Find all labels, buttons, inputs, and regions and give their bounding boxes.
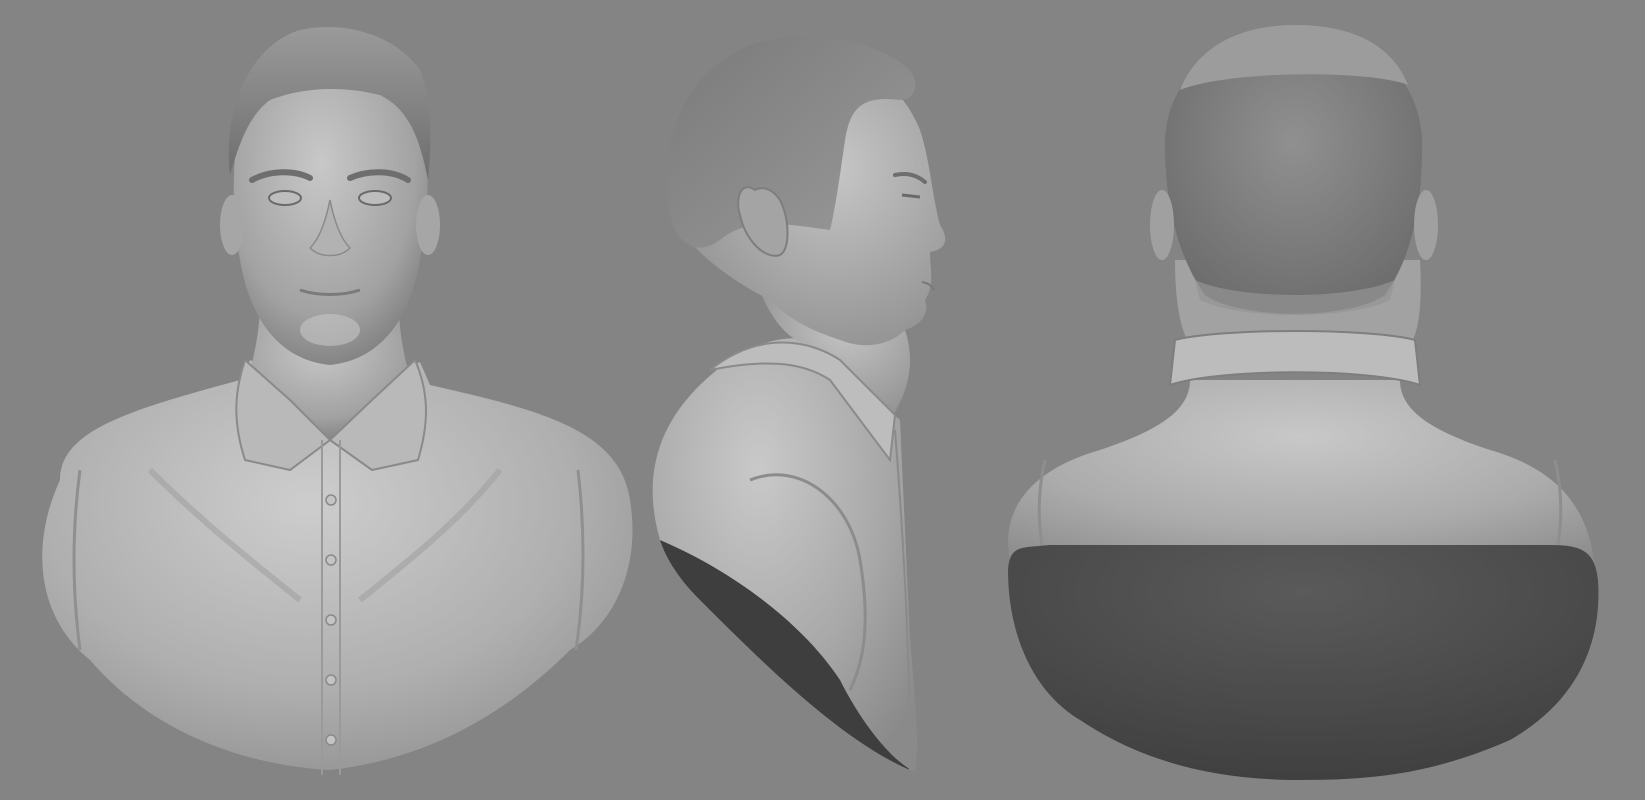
bust-back-view bbox=[990, 0, 1645, 800]
bust-front-view bbox=[0, 0, 660, 800]
back-collar bbox=[1168, 330, 1422, 387]
back-shirt bbox=[1008, 380, 1595, 570]
back-base bbox=[1008, 545, 1599, 780]
bust-back-illustration bbox=[1008, 25, 1599, 780]
render-canvas bbox=[0, 0, 1645, 800]
bust-front-illustration bbox=[42, 26, 633, 775]
bust-side-illustration bbox=[652, 36, 946, 772]
bust-side-view bbox=[640, 0, 1030, 800]
